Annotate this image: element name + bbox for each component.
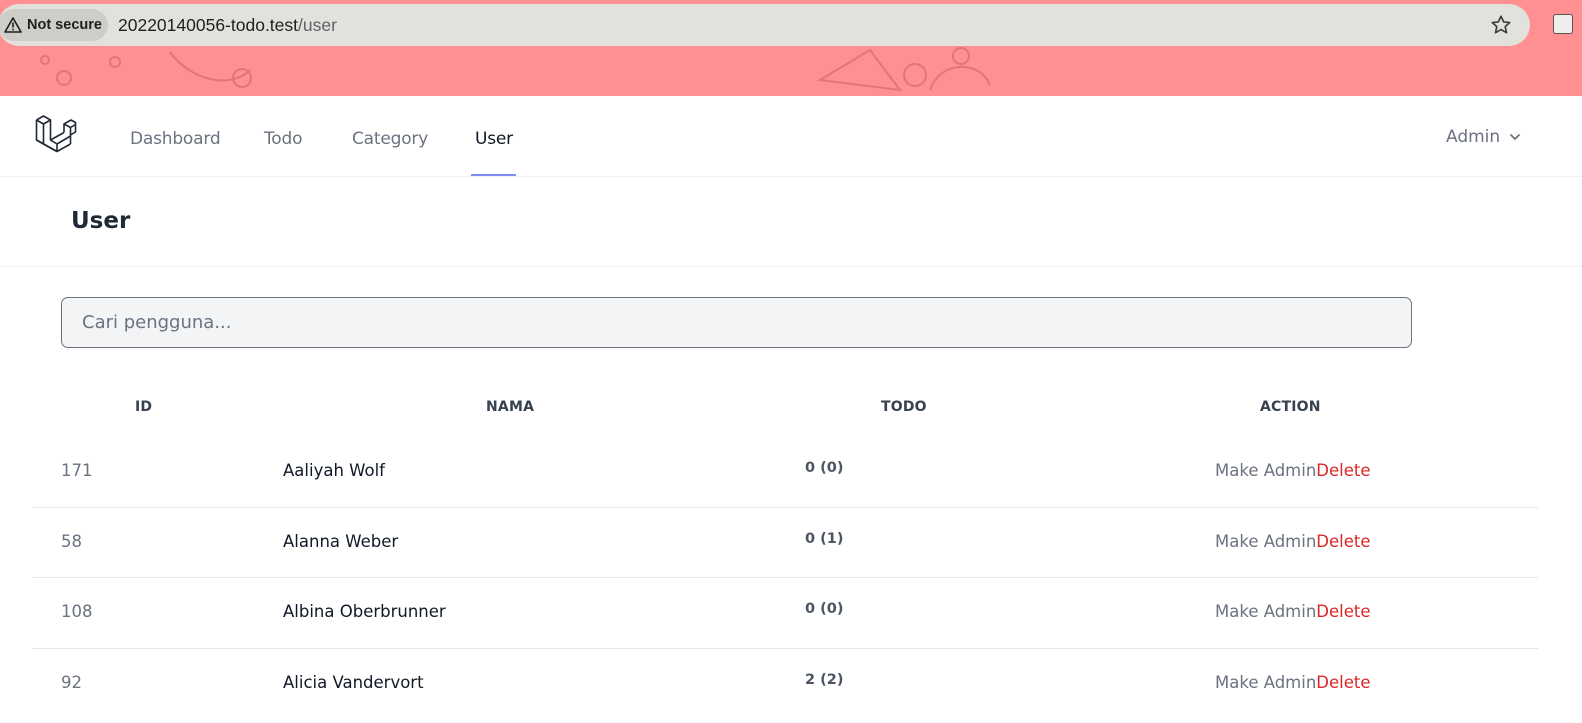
address-bar[interactable]: Not secure 20220140056-todo.test/user <box>0 4 1530 46</box>
users-table: ID NAMA TODO ACTION 171 Aaliyah Wolf 0 (… <box>32 380 1538 719</box>
column-header-action: ACTION <box>1260 399 1321 415</box>
user-name: Alanna Weber <box>283 531 399 551</box>
row-actions: Make AdminDelete <box>1215 461 1371 480</box>
delete-button[interactable]: Delete <box>1316 532 1370 551</box>
laravel-logo-icon[interactable] <box>35 114 77 158</box>
nav-link-user[interactable]: User <box>475 129 513 149</box>
user-id: 58 <box>61 531 82 551</box>
user-todo-count: 0 (0) <box>805 601 844 617</box>
user-name: Albina Oberbrunner <box>283 602 446 621</box>
search-input[interactable] <box>61 297 1412 348</box>
extension-icon[interactable] <box>1553 14 1573 34</box>
nav-link-category[interactable]: Category <box>352 129 428 149</box>
user-name: Aaliyah Wolf <box>283 461 385 480</box>
user-menu-label: Admin <box>1446 127 1501 147</box>
bookmark-star-icon[interactable] <box>1490 14 1512 36</box>
column-header-id: ID <box>135 399 153 415</box>
active-tab-indicator <box>471 174 516 176</box>
user-id: 92 <box>61 672 82 692</box>
delete-button[interactable]: Delete <box>1316 602 1370 621</box>
make-admin-button[interactable]: Make Admin <box>1215 602 1316 621</box>
nav-link-dashboard[interactable]: Dashboard <box>130 129 221 149</box>
security-label: Not secure <box>27 17 102 33</box>
make-admin-button[interactable]: Make Admin <box>1215 532 1316 551</box>
browser-chrome: Not secure 20220140056-todo.test/user <box>0 0 1582 96</box>
user-todo-count: 0 (0) <box>805 460 844 476</box>
top-navigation: Dashboard Todo Category User Admin <box>0 96 1582 177</box>
column-header-nama: NAMA <box>486 399 535 415</box>
user-id: 108 <box>61 602 93 621</box>
make-admin-button[interactable]: Make Admin <box>1215 461 1316 480</box>
user-menu-dropdown[interactable]: Admin <box>1446 127 1521 147</box>
user-name: Alicia Vandervort <box>283 672 424 692</box>
page-header: User <box>0 177 1582 267</box>
table-row: 92 Alicia Vandervort 2 (2) Make AdminDel… <box>32 649 1538 720</box>
warning-icon <box>4 17 22 33</box>
url-text[interactable]: 20220140056-todo.test/user <box>118 15 337 36</box>
security-indicator[interactable]: Not secure <box>0 9 108 41</box>
chevron-down-icon <box>1510 133 1521 141</box>
table-header: ID NAMA TODO ACTION <box>32 380 1538 437</box>
delete-button[interactable]: Delete <box>1316 461 1370 480</box>
url-host: 20220140056-todo.test <box>118 15 299 35</box>
make-admin-button[interactable]: Make Admin <box>1215 673 1316 692</box>
user-todo-count: 0 (1) <box>805 530 844 547</box>
page-title: User <box>71 208 131 234</box>
row-actions: Make AdminDelete <box>1215 532 1371 551</box>
row-actions: Make AdminDelete <box>1215 673 1371 692</box>
url-path: /user <box>298 15 337 35</box>
row-actions: Make AdminDelete <box>1215 602 1371 621</box>
table-row: 108 Albina Oberbrunner 0 (0) Make AdminD… <box>32 578 1538 649</box>
user-todo-count: 2 (2) <box>805 671 844 688</box>
user-id: 171 <box>61 461 93 480</box>
delete-button[interactable]: Delete <box>1316 673 1370 692</box>
table-row: 171 Aaliyah Wolf 0 (0) Make AdminDelete <box>32 437 1538 508</box>
column-header-todo: TODO <box>881 399 927 415</box>
table-row: 58 Alanna Weber 0 (1) Make AdminDelete <box>32 508 1538 578</box>
nav-link-todo[interactable]: Todo <box>264 129 302 149</box>
